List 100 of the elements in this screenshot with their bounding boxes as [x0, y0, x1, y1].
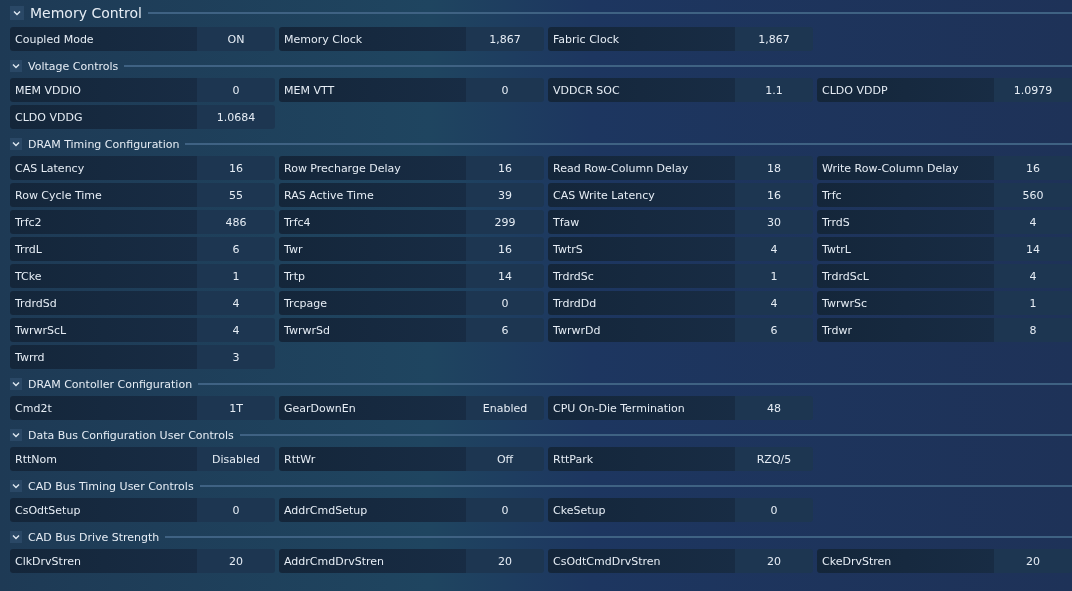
- setting-value[interactable]: 14: [994, 237, 1072, 261]
- setting-value[interactable]: 4: [735, 237, 813, 261]
- setting-label: CLDO VDDP: [817, 78, 994, 102]
- setting-value[interactable]: 20: [735, 549, 813, 573]
- chevron-icon[interactable]: [10, 480, 22, 492]
- setting-value[interactable]: 16: [466, 156, 544, 180]
- setting-value[interactable]: 16: [197, 156, 275, 180]
- setting-label: TrdrdDd: [548, 291, 735, 315]
- setting-label: Write Row-Column Delay: [817, 156, 994, 180]
- setting-value[interactable]: 6: [735, 318, 813, 342]
- setting-label: TrdrdScL: [817, 264, 994, 288]
- setting-value[interactable]: 20: [197, 549, 275, 573]
- setting-label: VDDCR SOC: [548, 78, 735, 102]
- setting-value[interactable]: 4: [197, 291, 275, 315]
- setting-label: RttWr: [279, 447, 466, 471]
- setting-value[interactable]: 299: [466, 210, 544, 234]
- setting-value[interactable]: 0: [466, 498, 544, 522]
- chevron-icon[interactable]: [10, 429, 22, 441]
- setting-value[interactable]: 55: [197, 183, 275, 207]
- setting-label: CAS Latency: [10, 156, 197, 180]
- setting-label: ClkDrvStren: [10, 549, 197, 573]
- setting-value[interactable]: 16: [466, 237, 544, 261]
- setting-value[interactable]: 20: [994, 549, 1072, 573]
- setting-label: Row Cycle Time: [10, 183, 197, 207]
- setting-value[interactable]: 1: [197, 264, 275, 288]
- setting-label: AddrCmdDrvStren: [279, 549, 466, 573]
- setting-label: TrdrdSc: [548, 264, 735, 288]
- setting-label: Coupled Mode: [10, 27, 197, 51]
- setting-value[interactable]: ON: [197, 27, 275, 51]
- setting-value[interactable]: 4: [197, 318, 275, 342]
- section-title: CAD Bus Drive Strength: [28, 530, 160, 544]
- setting-label: MEM VTT: [279, 78, 466, 102]
- section-title: Memory Control: [30, 5, 142, 21]
- setting-value[interactable]: 4: [994, 210, 1072, 234]
- setting-label: Trfc4: [279, 210, 466, 234]
- setting-value[interactable]: 1,867: [466, 27, 544, 51]
- setting-label: Trfc2: [10, 210, 197, 234]
- setting-label: GearDownEn: [279, 396, 466, 420]
- chevron-icon[interactable]: [10, 60, 22, 72]
- setting-label: Read Row-Column Delay: [548, 156, 735, 180]
- setting-value[interactable]: 1: [735, 264, 813, 288]
- setting-value[interactable]: Enabled: [466, 396, 544, 420]
- setting-value[interactable]: 16: [735, 183, 813, 207]
- setting-value[interactable]: Off: [466, 447, 544, 471]
- setting-value[interactable]: 18: [735, 156, 813, 180]
- section-title: Data Bus Configuration User Controls: [28, 428, 234, 442]
- setting-label: TCke: [10, 264, 197, 288]
- setting-value[interactable]: 560: [994, 183, 1072, 207]
- setting-value[interactable]: 0: [197, 498, 275, 522]
- setting-value[interactable]: 14: [466, 264, 544, 288]
- setting-value[interactable]: 1.1: [735, 78, 813, 102]
- setting-value[interactable]: 39: [466, 183, 544, 207]
- setting-value[interactable]: 1T: [197, 396, 275, 420]
- chevron-icon[interactable]: [10, 6, 24, 20]
- setting-label: CsOdtSetup: [10, 498, 197, 522]
- setting-label: CsOdtCmdDrvStren: [548, 549, 735, 573]
- setting-label: TwtrS: [548, 237, 735, 261]
- setting-value[interactable]: 0: [466, 78, 544, 102]
- setting-value[interactable]: 0: [197, 78, 275, 102]
- setting-label: MEM VDDIO: [10, 78, 197, 102]
- setting-label: RttPark: [548, 447, 735, 471]
- setting-label: Row Precharge Delay: [279, 156, 466, 180]
- setting-value[interactable]: 8: [994, 318, 1072, 342]
- setting-label: TwtrL: [817, 237, 994, 261]
- setting-value[interactable]: 30: [735, 210, 813, 234]
- setting-value[interactable]: 20: [466, 549, 544, 573]
- setting-value[interactable]: 6: [197, 237, 275, 261]
- setting-value[interactable]: 16: [994, 156, 1072, 180]
- setting-label: AddrCmdSetup: [279, 498, 466, 522]
- chevron-icon[interactable]: [10, 378, 22, 390]
- setting-label: Trfc: [817, 183, 994, 207]
- section-title: DRAM Timing Configuration: [28, 137, 180, 151]
- chevron-icon[interactable]: [10, 138, 22, 150]
- setting-label: Trdwr: [817, 318, 994, 342]
- section-title: Voltage Controls: [28, 59, 119, 73]
- setting-label: Memory Clock: [279, 27, 466, 51]
- setting-label: Fabric Clock: [548, 27, 735, 51]
- section-title: CAD Bus Timing User Controls: [28, 479, 194, 493]
- setting-value[interactable]: 0: [466, 291, 544, 315]
- setting-value[interactable]: 6: [466, 318, 544, 342]
- setting-value[interactable]: 1: [994, 291, 1072, 315]
- section-title: DRAM Contoller Configuration: [28, 377, 193, 391]
- setting-value[interactable]: 1.0979: [994, 78, 1072, 102]
- setting-label: CkeSetup: [548, 498, 735, 522]
- setting-value[interactable]: RZQ/5: [735, 447, 813, 471]
- setting-label: Twr: [279, 237, 466, 261]
- setting-value[interactable]: 486: [197, 210, 275, 234]
- setting-value[interactable]: Disabled: [197, 447, 275, 471]
- setting-label: CkeDrvStren: [817, 549, 994, 573]
- setting-value[interactable]: 4: [735, 291, 813, 315]
- setting-value[interactable]: 1.0684: [197, 105, 275, 129]
- setting-value[interactable]: 3: [197, 345, 275, 369]
- setting-value[interactable]: 48: [735, 396, 813, 420]
- setting-value[interactable]: 0: [735, 498, 813, 522]
- setting-value[interactable]: 4: [994, 264, 1072, 288]
- setting-label: RttNom: [10, 447, 197, 471]
- setting-label: Cmd2t: [10, 396, 197, 420]
- setting-value[interactable]: 1,867: [735, 27, 813, 51]
- setting-label: RAS Active Time: [279, 183, 466, 207]
- chevron-icon[interactable]: [10, 531, 22, 543]
